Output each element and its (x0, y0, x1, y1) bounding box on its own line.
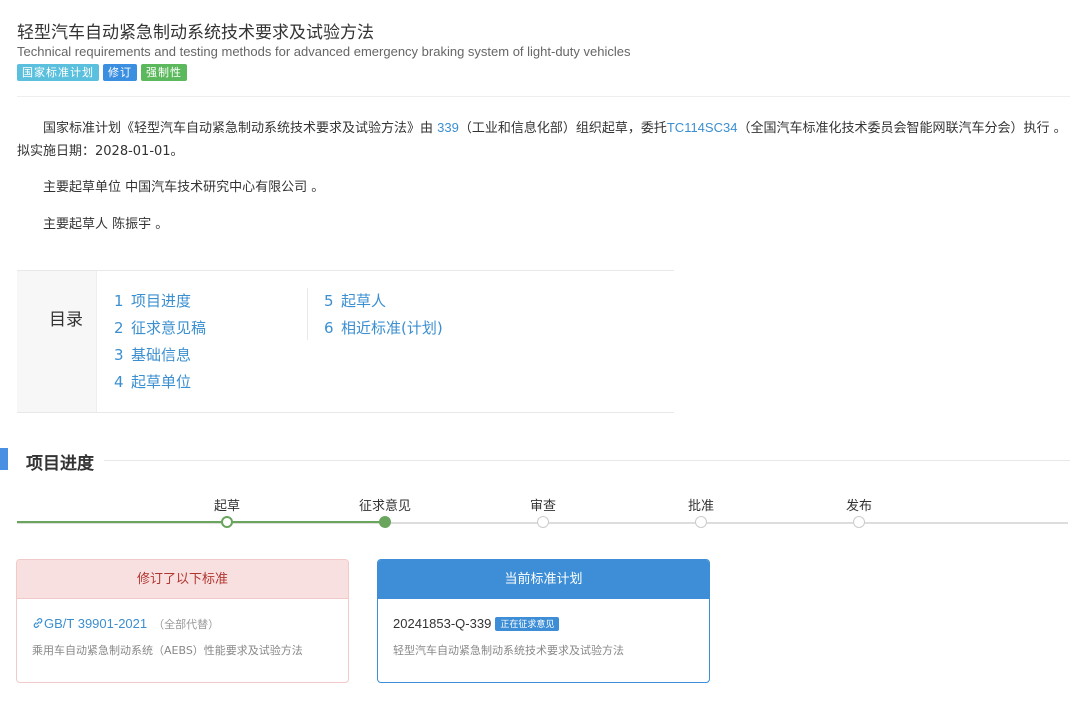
page-title: 轻型汽车自动紧急制动系统技术要求及试验方法 (17, 23, 374, 43)
replace-note: （全部代替） (153, 619, 220, 631)
step-dot-approval (695, 516, 707, 528)
toc-label-box: 目录 (17, 271, 97, 412)
revised-standard-link[interactable]: GB/T 39901-2021 (32, 616, 147, 631)
tag-list: 国家标准计划 修订 强制性 (17, 64, 187, 81)
intro-text-before: 国家标准计划《轻型汽车自动紧急制动系统技术要求及试验方法》由 (43, 121, 438, 136)
toc-item-number: 5 (324, 292, 334, 310)
step-label-review: 审查 (529, 499, 557, 514)
step-dot-draft (221, 516, 233, 528)
toc-item-label: 起草人 (341, 292, 387, 310)
intro-paragraph: 国家标准计划《轻型汽车自动紧急制动系统技术要求及试验方法》由 339（工业和信息… (17, 116, 1072, 163)
toc-column-2: 5 起草人 6 相近标准(计划) (307, 288, 443, 340)
status-badge: 正在征求意见 (495, 617, 560, 631)
current-plan-header: 当前标准计划 (378, 560, 709, 599)
current-plan-row: 20241853-Q-339 正在征求意见 (393, 616, 560, 631)
drafting-unit-text: 主要起草单位 中国汽车技术研究中心有限公司 。 (43, 180, 325, 195)
step-dot-review (537, 516, 549, 528)
table-of-contents: 目录 1 项目进度 2 征求意见稿 3 基础信息 4 起草单位 5 起草人 6 相近标准(计… (17, 270, 674, 413)
toc-item-number: 1 (114, 292, 124, 310)
revised-standard-row: GB/T 39901-2021 （全部代替） (32, 616, 219, 632)
toc-item-similar-standards[interactable]: 6 相近标准(计划) (324, 315, 443, 342)
current-plan-name: 轻型汽车自动紧急制动系统技术要求及试验方法 (393, 644, 624, 657)
committee-link[interactable]: TC114SC34 (667, 120, 738, 135)
toc-item-label: 征求意见稿 (131, 319, 207, 337)
revised-standards-header: 修订了以下标准 (17, 560, 348, 599)
link-icon (33, 618, 43, 628)
plan-code[interactable]: 20241853-Q-339 (393, 616, 491, 631)
section-divider (104, 460, 1070, 461)
current-plan-card: 当前标准计划 20241853-Q-339 正在征求意见 轻型汽车自动紧急制动系统… (377, 559, 710, 683)
revised-standard-name: 乘用车自动紧急制动系统（AEBS）性能要求及试验方法 (32, 644, 303, 657)
intro-text-middle: （工业和信息化部）组织起草，委托 (458, 121, 667, 136)
step-dot-publish (853, 516, 865, 528)
tag-mandatory[interactable]: 强制性 (141, 64, 187, 81)
revised-standards-card: 修订了以下标准 GB/T 39901-2021 （全部代替） 乘用车自动紧急制动系… (16, 559, 349, 683)
step-label-approval: 批准 (687, 499, 715, 514)
toc-item-label: 基础信息 (131, 346, 192, 364)
toc-item-number: 6 (324, 319, 334, 337)
toc-item-draft-for-comment[interactable]: 2 征求意见稿 (114, 315, 206, 342)
step-label-publish: 发布 (845, 499, 873, 514)
step-dot-comment (379, 516, 391, 528)
section-title-progress: 项目进度 (26, 454, 94, 474)
toc-item-progress[interactable]: 1 项目进度 (114, 288, 206, 315)
revised-standard-code: GB/T 39901-2021 (44, 616, 148, 631)
tag-revision[interactable]: 修订 (103, 64, 137, 81)
toc-item-label: 项目进度 (131, 292, 192, 310)
toc-item-number: 2 (114, 319, 124, 337)
toc-label: 目录 (49, 310, 83, 330)
drafter-text: 主要起草人 陈振宇 。 (43, 217, 169, 232)
section-accent-bar (0, 448, 8, 470)
tag-national-plan[interactable]: 国家标准计划 (17, 64, 99, 81)
toc-item-number: 4 (114, 373, 124, 391)
progress-track-completed (17, 521, 385, 523)
toc-item-drafting-units[interactable]: 4 起草单位 (114, 369, 206, 396)
toc-item-number: 3 (114, 346, 124, 364)
header-divider (17, 96, 1070, 97)
step-label-comment: 征求意见 (358, 499, 412, 514)
org-339-link[interactable]: 339 (437, 120, 459, 135)
toc-item-label: 起草单位 (131, 373, 192, 391)
toc-column-1: 1 项目进度 2 征求意见稿 3 基础信息 4 起草单位 (114, 288, 206, 396)
step-label-draft: 起草 (213, 499, 241, 514)
toc-item-basic-info[interactable]: 3 基础信息 (114, 342, 206, 369)
page-subtitle: Technical requirements and testing metho… (17, 44, 631, 59)
toc-item-drafters[interactable]: 5 起草人 (324, 288, 443, 315)
toc-item-label: 相近标准(计划) (341, 319, 443, 337)
